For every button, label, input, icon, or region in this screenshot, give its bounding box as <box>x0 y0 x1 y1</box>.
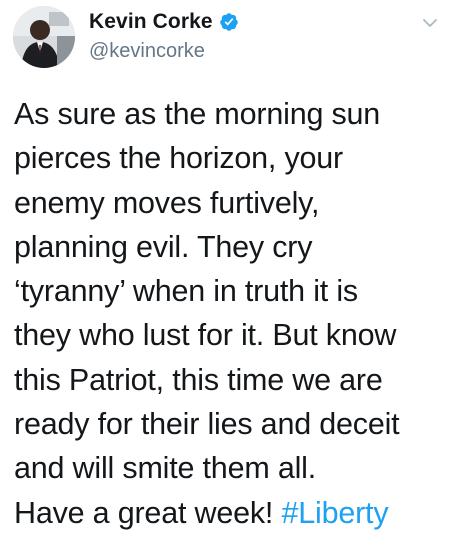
name-row: Kevin Corke <box>89 8 239 36</box>
hashtag-link[interactable]: #Liberty <box>281 496 388 530</box>
chevron-down-icon[interactable] <box>421 14 439 32</box>
tweet-line: and will smite them all. <box>14 451 317 486</box>
tweet-last-line: Have a great week! #Liberty <box>14 491 446 535</box>
tweet-line: pierces the horizon, your <box>14 141 343 176</box>
tweet-last-line-text: Have a great week! <box>14 495 282 530</box>
tweet-text: As sure as the morning sun pierces the h… <box>14 92 446 535</box>
user-handle[interactable]: @kevincorke <box>89 40 239 63</box>
author-block: Kevin Corke @kevincorke <box>89 8 239 63</box>
tweet-line: As sure as the morning sun <box>14 97 381 131</box>
tweet-line: ‘tyranny’ when in truth it is <box>14 274 358 309</box>
verified-badge-icon <box>219 12 239 32</box>
avatar[interactable] <box>13 6 75 68</box>
tweet-line: they who lust for it. But know <box>14 318 397 353</box>
display-name[interactable]: Kevin Corke <box>89 10 213 34</box>
tweet-line: enemy moves furtively, <box>14 185 320 220</box>
tweet-line: planning evil. They cry <box>14 229 313 264</box>
tweet-line: this Patriot, this time we are <box>14 362 383 397</box>
tweet-line: ready for their lies and deceit <box>14 407 400 442</box>
avatar-image <box>13 6 75 68</box>
tweet-card: Kevin Corke @kevincorke As sure as the m… <box>0 0 453 530</box>
